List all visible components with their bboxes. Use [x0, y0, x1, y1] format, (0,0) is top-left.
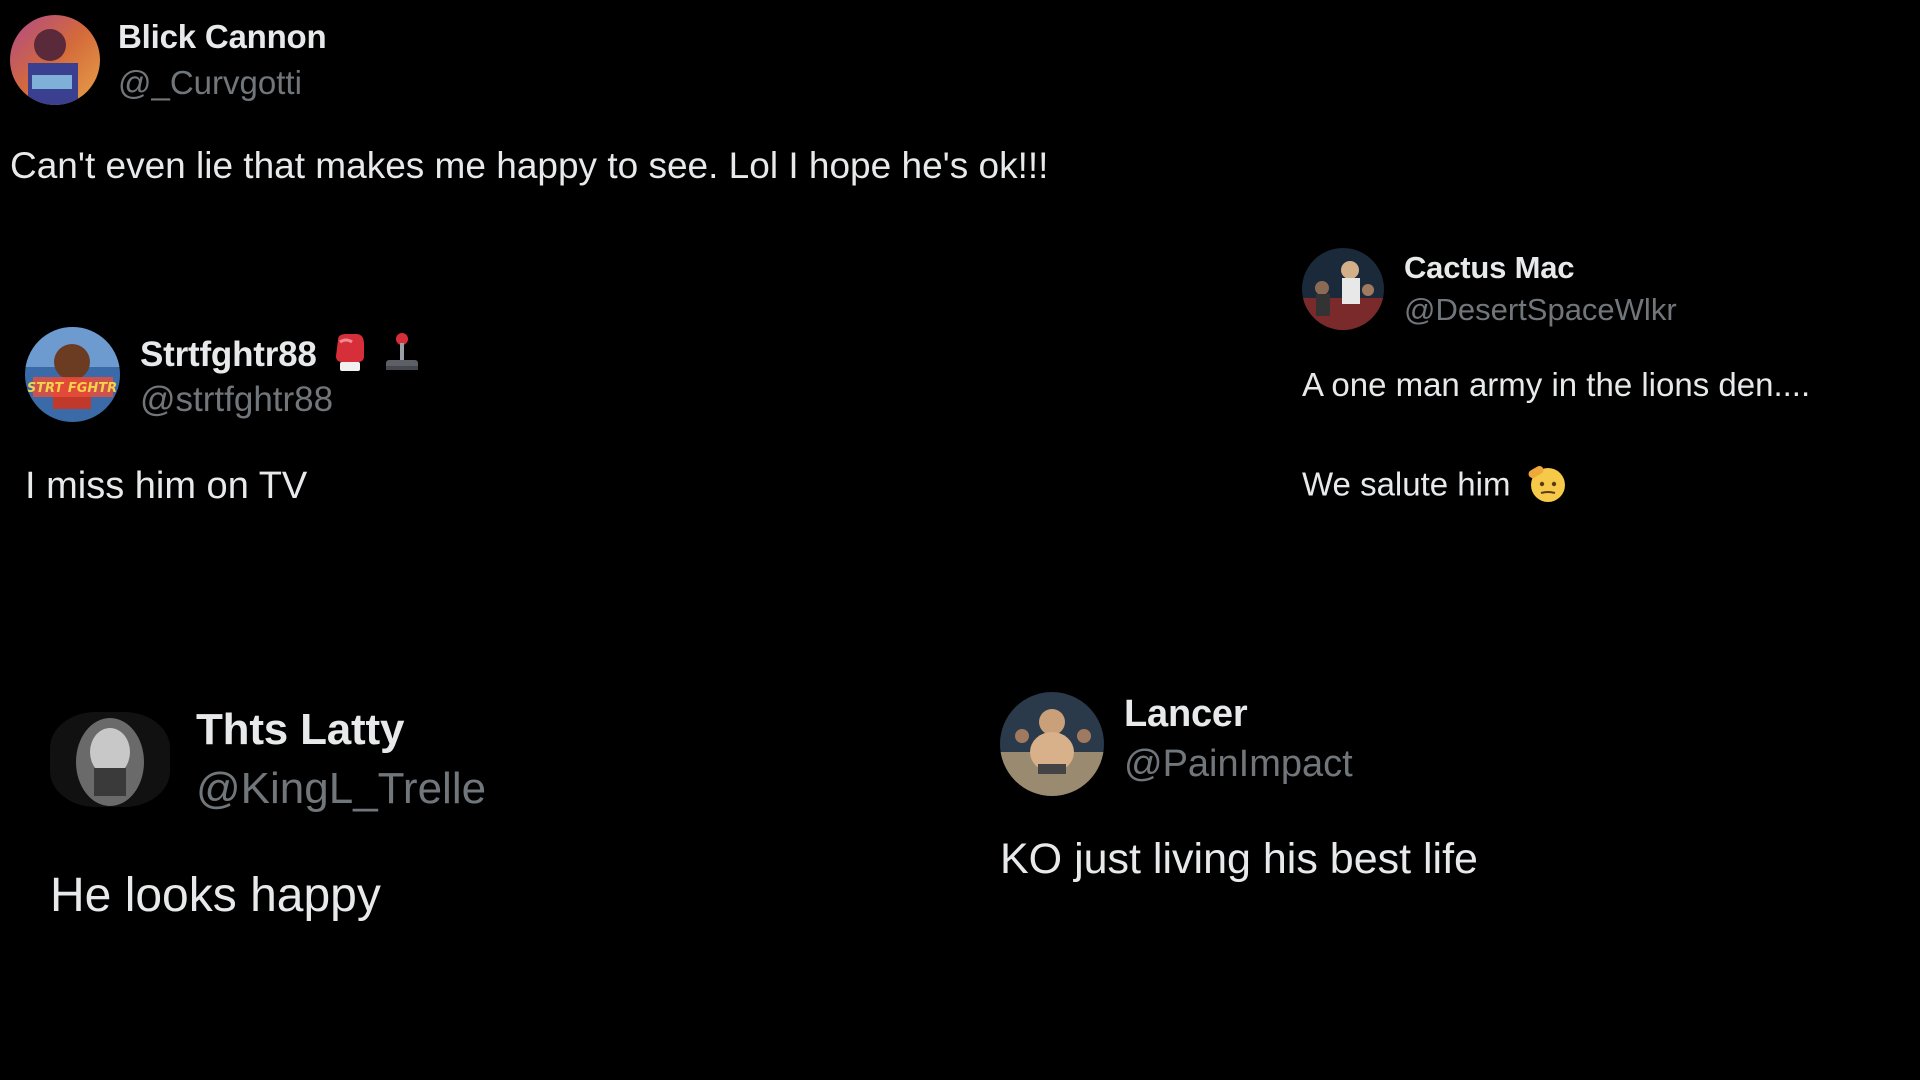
tweet-collage: { "colors": { "background": "#000000", "… [0, 0, 1920, 1080]
tweet-text: KO just living his best life [1000, 835, 1478, 883]
handle[interactable]: @_Curvgotti [118, 64, 302, 102]
avatar-image [1302, 248, 1384, 330]
display-name[interactable]: Lancer [1124, 693, 1248, 736]
tweet-card-thts-latty: Thts Latty @KingL_Trelle He looks happy [0, 690, 700, 950]
tweet-text-line-2: We salute him [1302, 462, 1568, 512]
tweet-text-line-2-text: We salute him [1302, 465, 1511, 503]
avatar[interactable]: STRT FGHTR [25, 327, 120, 422]
boxing-glove-icon [332, 332, 366, 381]
handle[interactable]: @KingL_Trelle [196, 764, 486, 814]
display-name[interactable]: Blick Cannon [118, 18, 327, 56]
avatar[interactable] [50, 712, 170, 807]
handle[interactable]: @strtfghtr88 [140, 380, 333, 420]
avatar[interactable] [1000, 692, 1104, 796]
tweet-text: I miss him on TV [25, 465, 308, 507]
tweet-text: He looks happy [50, 869, 381, 922]
avatar[interactable] [1302, 248, 1384, 330]
tweet-text: Can't even lie that makes me happy to se… [10, 145, 1049, 186]
tweet-card-blick-cannon: Blick Cannon @_Curvgotti Can't even lie … [0, 0, 1200, 200]
tweet-card-cactus-mac: Cactus Mac @DesertSpaceWlkr A one man ar… [1300, 240, 1920, 520]
avatar-image [10, 15, 100, 105]
avatar-logo-text: STRT FGHTR [27, 381, 117, 396]
display-name[interactable]: Thts Latty [196, 705, 404, 755]
avatar-image [50, 712, 170, 807]
joystick-icon [382, 332, 422, 381]
tweet-text-line-1: A one man army in the lions den.... [1302, 366, 1811, 403]
display-name-text: Strtfghtr88 [140, 334, 317, 374]
handle[interactable]: @PainImpact [1124, 743, 1353, 786]
avatar-image: STRT FGHTR [25, 327, 120, 422]
saluting-face-icon [1526, 462, 1568, 512]
display-name[interactable]: Strtfghtr88 [140, 332, 422, 381]
handle[interactable]: @DesertSpaceWlkr [1404, 292, 1677, 328]
tweet-card-strtfghtr88: STRT FGHTR Strtfghtr88 @strtfghtr88 I mi… [0, 290, 700, 520]
display-name[interactable]: Cactus Mac [1404, 250, 1574, 286]
tweet-card-lancer: Lancer @PainImpact KO just living his be… [990, 680, 1890, 920]
avatar[interactable] [10, 15, 100, 105]
avatar-image [1000, 692, 1104, 796]
